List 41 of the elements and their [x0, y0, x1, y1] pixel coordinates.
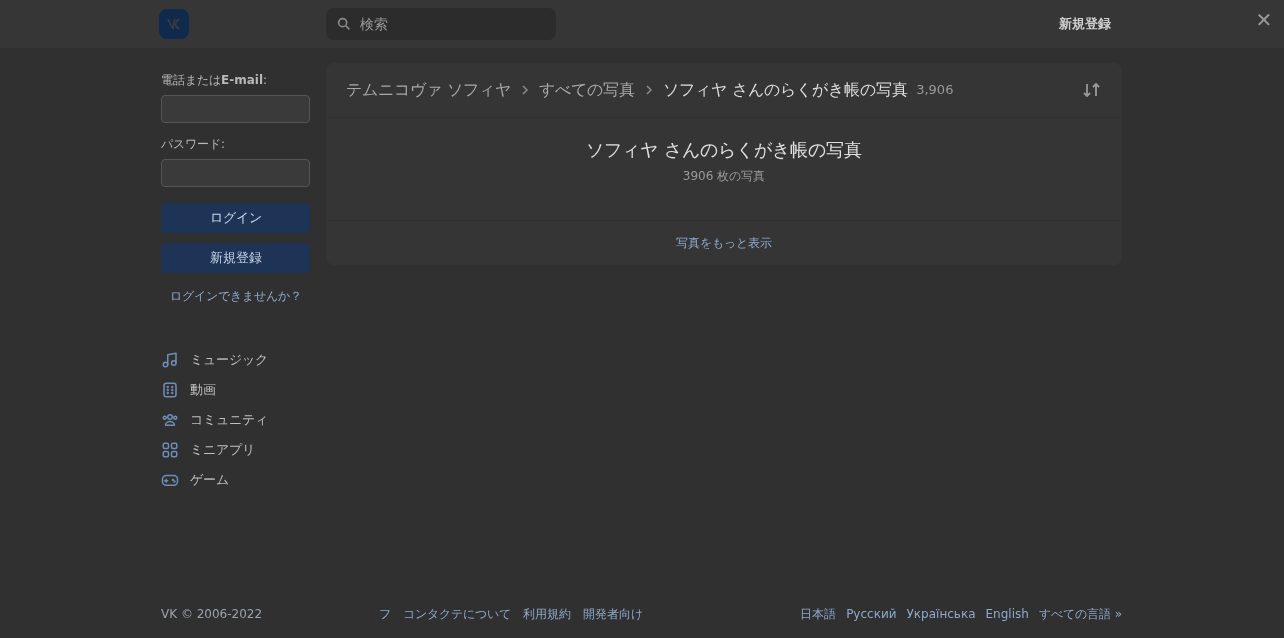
photo-count: 3,906 — [916, 81, 954, 100]
album-title: ソフィヤ さんのらくがき帳の写真 — [586, 138, 862, 162]
close-button[interactable]: ✕ — [1252, 8, 1276, 32]
film-icon — [161, 381, 179, 399]
menu-item[interactable]: ゲーム — [161, 465, 310, 495]
language-link[interactable]: Українська — [906, 605, 976, 623]
login-button[interactable]: ログイン — [161, 203, 310, 233]
phone-field[interactable] — [161, 95, 310, 123]
people-icon — [161, 411, 179, 429]
footer-link[interactable]: フ — [379, 605, 391, 623]
breadcrumb-link[interactable]: すべての写真 — [539, 78, 636, 102]
footer-link[interactable]: コンタクテについて — [403, 605, 511, 623]
menu-item[interactable]: コミュニティ — [161, 405, 310, 435]
menu-item[interactable]: ミュージック — [161, 345, 310, 375]
breadcrumb-link[interactable]: ソフィヤ さんのらくがき帳の写真 — [663, 78, 909, 102]
password-field[interactable] — [161, 159, 310, 187]
language-link[interactable]: 日本語 — [800, 605, 837, 623]
copyright: VK © 2006-2022 — [161, 606, 264, 623]
language-link[interactable]: English — [985, 605, 1029, 623]
chevron-icon — [645, 84, 654, 96]
show-more-link[interactable]: 写真をもっと表示 — [326, 221, 1122, 265]
search-field[interactable]: 検索 — [326, 8, 556, 40]
menu-item[interactable]: ミニアプリ — [161, 435, 310, 465]
menu-item[interactable]: 動画 — [161, 375, 310, 405]
language-link[interactable]: すべての言語 » — [1038, 605, 1122, 623]
music-note-icon — [161, 351, 179, 369]
signup-button[interactable]: 新規登録 — [161, 243, 310, 273]
forgot-link[interactable]: ログインできませんか？ — [161, 287, 310, 305]
language-link[interactable]: Русский — [846, 605, 897, 623]
sort-icon[interactable] — [1082, 82, 1102, 98]
password-label: パスワード: — [161, 136, 227, 153]
footer-link[interactable]: 利用規約 — [523, 605, 571, 623]
apps-grid-icon — [161, 441, 179, 459]
logo-icon[interactable] — [159, 9, 189, 39]
chevron-icon — [521, 84, 530, 96]
footer-link[interactable]: 開発者向け — [583, 605, 643, 623]
breadcrumb-link[interactable]: テムニコヴァ ソフィヤ — [346, 78, 512, 102]
search-icon — [336, 16, 352, 32]
album-subtitle: 3906 枚の写真 — [682, 168, 766, 185]
signup-link[interactable]: 新規登録 — [1059, 14, 1111, 34]
phone-label: 電話またはE-mail: — [161, 72, 269, 89]
